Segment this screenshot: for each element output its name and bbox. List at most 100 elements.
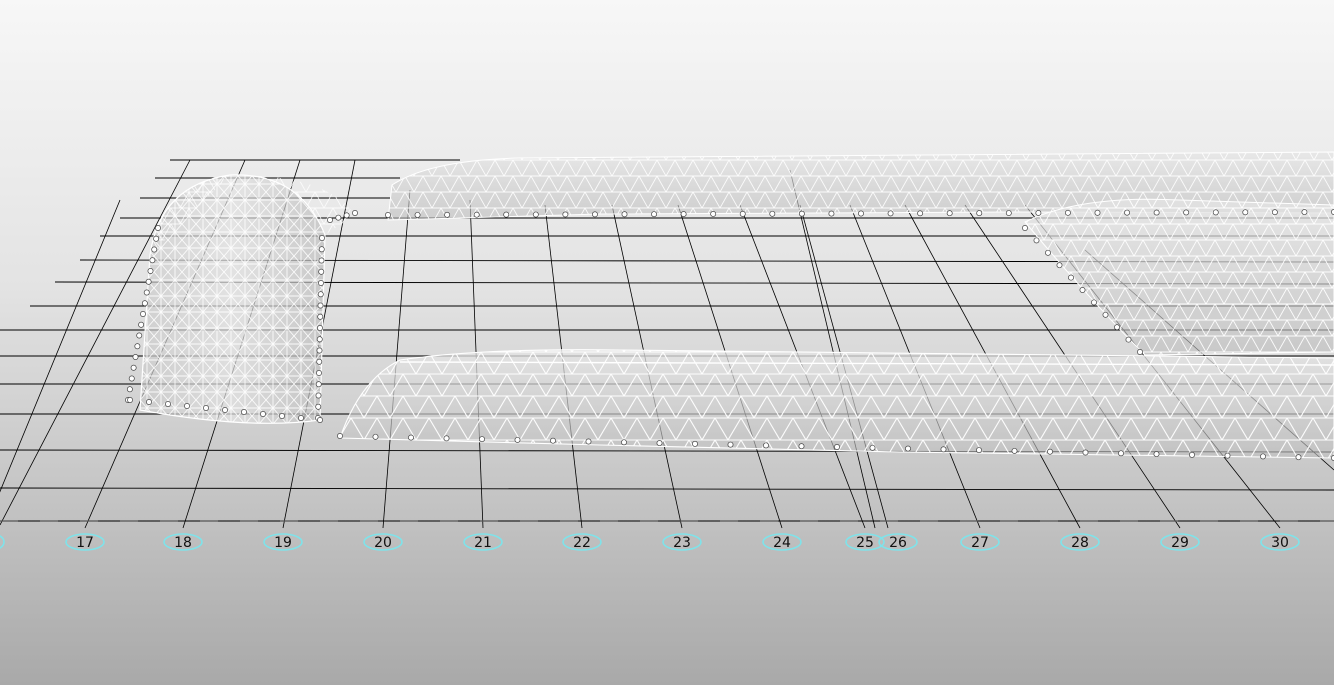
- support-node: [1045, 249, 1051, 256]
- support-node: [976, 210, 983, 217]
- support-node: [385, 212, 391, 218]
- support-node: [140, 311, 146, 317]
- support-node: [134, 343, 141, 350]
- support-node: [141, 300, 148, 307]
- axis-label: 20: [374, 535, 392, 551]
- support-node: [798, 443, 805, 450]
- support-node: [298, 415, 304, 421]
- support-node: [1137, 349, 1143, 355]
- support-node: [184, 403, 190, 409]
- support-node: [316, 347, 323, 354]
- support-node: [1224, 452, 1231, 459]
- support-node: [769, 210, 776, 217]
- support-node: [318, 257, 325, 264]
- support-node: [763, 442, 769, 449]
- support-node: [337, 433, 343, 439]
- support-node: [1091, 299, 1097, 306]
- support-node: [318, 246, 325, 253]
- support-node: [241, 409, 247, 415]
- support-node: [352, 210, 358, 216]
- support-node: [503, 211, 510, 218]
- support-node: [145, 278, 152, 285]
- support-node: [408, 434, 414, 441]
- support-node: [128, 375, 135, 382]
- axis-label: 19: [274, 535, 292, 551]
- support-node: [132, 354, 139, 360]
- support-node: [1301, 209, 1308, 216]
- support-node: [149, 257, 156, 264]
- support-node: [514, 436, 521, 443]
- support-node: [680, 211, 687, 218]
- support-node: [316, 336, 323, 343]
- axis-label: 25: [856, 535, 874, 551]
- support-node: [151, 246, 158, 253]
- support-node: [315, 392, 322, 399]
- support-node: [315, 381, 322, 388]
- axis-label: 23: [673, 535, 691, 551]
- support-node: [315, 403, 322, 410]
- support-node: [656, 440, 663, 447]
- support-node: [260, 411, 266, 417]
- support-node: [887, 210, 894, 217]
- support-node: [1082, 449, 1089, 456]
- axis-label: 21: [474, 535, 492, 551]
- support-node: [372, 433, 379, 440]
- support-node: [335, 214, 342, 221]
- support-node: [1022, 225, 1028, 231]
- support-node: [1114, 324, 1120, 331]
- structural-viewport[interactable]: 17 18 19 20 21 22 23 24 25 26 27 28 29 30: [0, 0, 1334, 685]
- axis-label: 27: [971, 535, 989, 551]
- support-node: [1033, 237, 1040, 244]
- support-node: [727, 441, 734, 448]
- support-node: [692, 440, 698, 447]
- support-node: [316, 358, 323, 365]
- support-node: [222, 407, 228, 413]
- bottom-barrel-mesh: [340, 349, 1334, 458]
- support-node: [828, 210, 835, 217]
- support-node: [317, 313, 324, 320]
- support-node: [126, 386, 133, 393]
- axis-label: 29: [1171, 535, 1189, 551]
- support-node: [1125, 336, 1132, 343]
- axis-label: 17: [76, 535, 94, 551]
- axis-label: 30: [1271, 535, 1289, 551]
- support-node: [621, 211, 628, 218]
- support-node: [317, 291, 324, 298]
- support-node: [165, 401, 171, 407]
- support-node: [443, 435, 450, 442]
- support-node: [739, 210, 746, 217]
- support-node: [130, 364, 137, 371]
- support-node: [651, 211, 658, 218]
- support-node: [138, 321, 145, 328]
- support-node: [317, 302, 324, 309]
- support-node: [798, 210, 805, 217]
- support-node: [343, 212, 350, 219]
- support-node: [143, 289, 150, 296]
- support-node: [905, 445, 911, 452]
- support-node: [127, 397, 133, 403]
- support-node: [146, 399, 152, 405]
- support-node: [317, 417, 323, 423]
- support-node: [869, 444, 876, 451]
- support-node: [591, 211, 598, 218]
- support-node: [1242, 209, 1249, 216]
- support-node: [1153, 209, 1160, 216]
- support-node: [147, 268, 154, 274]
- support-node: [136, 332, 143, 339]
- support-node: [1212, 209, 1219, 216]
- support-node: [1094, 209, 1101, 216]
- support-node: [585, 438, 592, 445]
- axis-label: 22: [573, 535, 591, 551]
- support-node: [710, 211, 717, 217]
- support-node: [1118, 450, 1124, 457]
- support-node: [318, 280, 324, 286]
- axis-label: 24: [773, 535, 791, 551]
- bottom-long-barrel: [339, 349, 1334, 459]
- support-node: [946, 210, 953, 217]
- support-node: [532, 211, 539, 218]
- support-node: [1079, 287, 1086, 293]
- axis-label: 18: [174, 535, 192, 551]
- support-node: [1102, 311, 1109, 318]
- support-node: [444, 211, 451, 218]
- support-node: [203, 405, 209, 411]
